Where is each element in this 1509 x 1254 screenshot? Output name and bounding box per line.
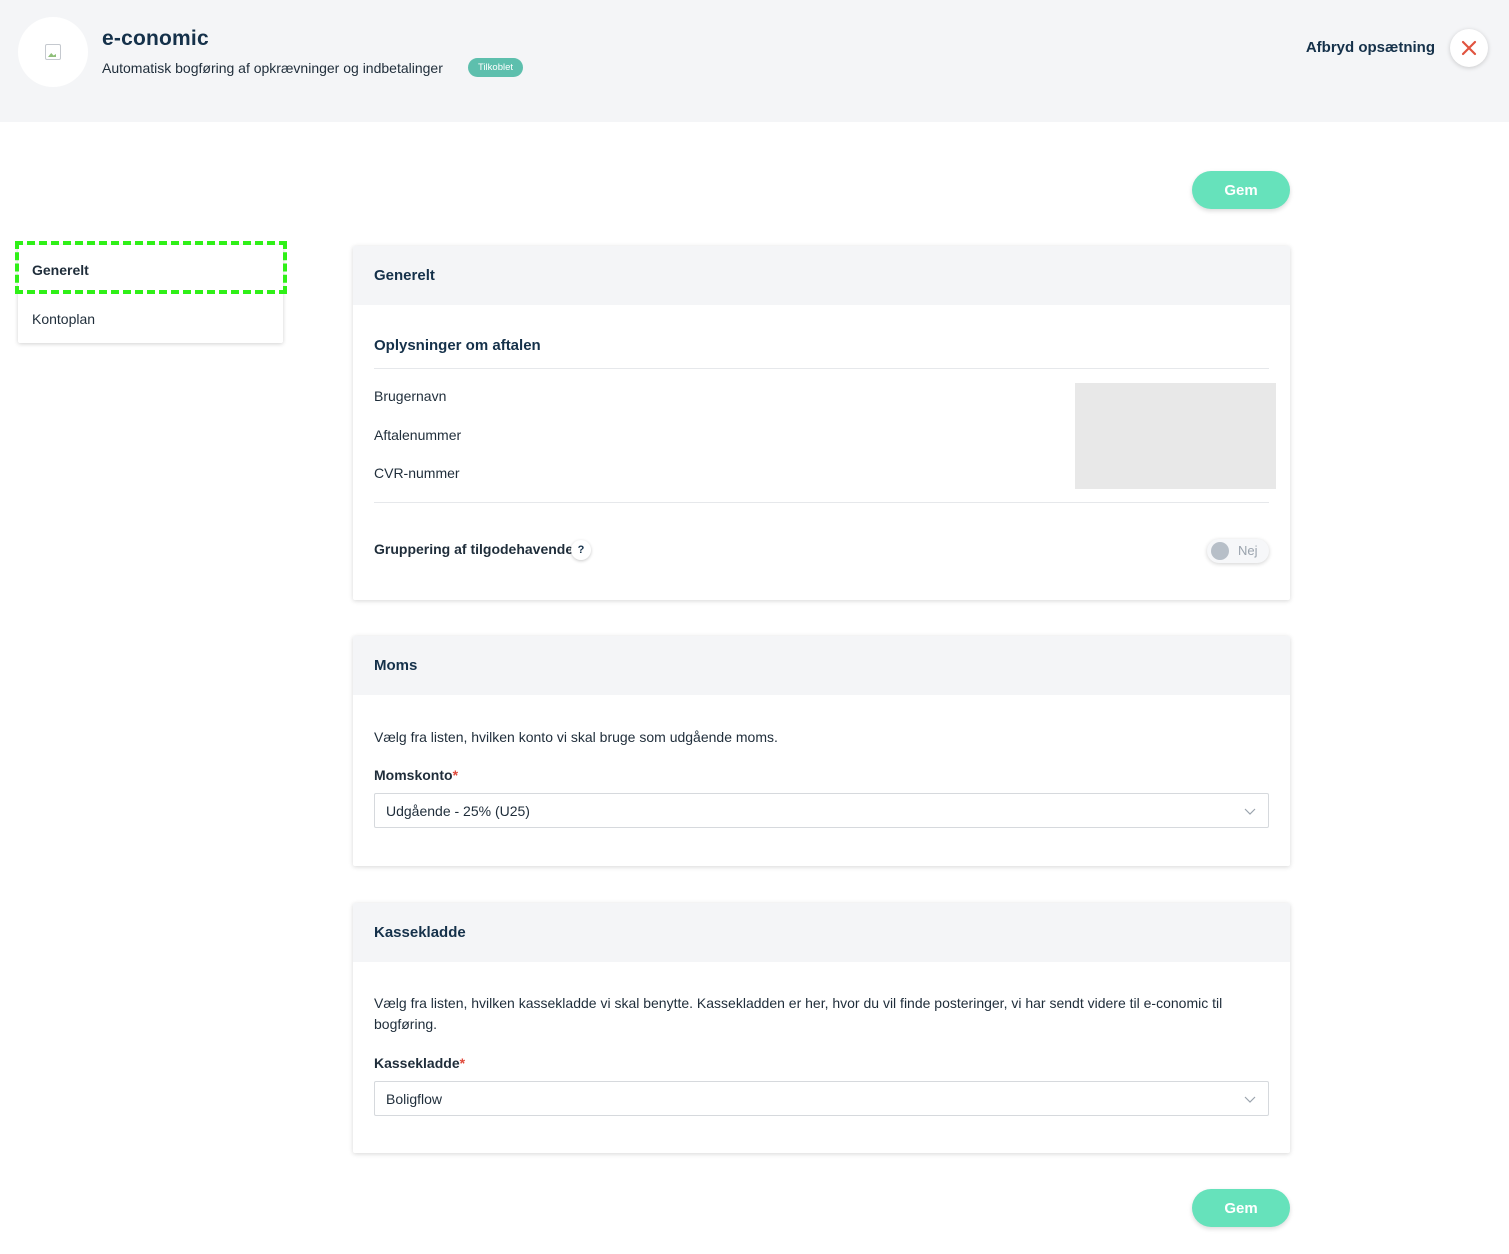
save-button-top[interactable]: Gem: [1192, 171, 1290, 209]
vat-card-header: Moms: [353, 636, 1290, 695]
cashbook-selected: Boligflow: [386, 1090, 443, 1107]
app-logo: [18, 17, 88, 87]
sidebar-item-generelt[interactable]: Generelt: [18, 245, 283, 294]
app-subtitle: Automatisk bogføring af opkrævninger og …: [102, 60, 443, 76]
cashbook-card-header: Kassekladde: [353, 903, 1290, 962]
agreement-number-label: Aftalenummer: [374, 427, 462, 443]
vat-account-selected: Udgående - 25% (U25): [386, 802, 530, 819]
save-button-bottom[interactable]: Gem: [1192, 1189, 1290, 1227]
cashbook-description: Vælg fra listen, hvilken kassekladde vi …: [374, 995, 1223, 1032]
side-nav: Generelt Kontoplan: [18, 245, 283, 343]
app-title: e-conomic: [102, 27, 209, 50]
required-marker: *: [459, 1055, 466, 1071]
chevron-down-icon: [1244, 1096, 1256, 1103]
status-badge: Tilkoblet: [468, 58, 524, 77]
vat-description: Vælg fra listen, hvilken konto vi skal b…: [374, 729, 778, 745]
cashbook-label: Kassekladde*: [374, 1055, 465, 1071]
vat-account-label-text: Momskonto: [374, 767, 453, 783]
vat-account-label: Momskonto*: [374, 767, 458, 783]
divider: [374, 502, 1269, 503]
cashbook-card: Kassekladde Vælg fra listen, hvilken kas…: [353, 903, 1290, 1153]
cvr-number-label: CVR-nummer: [374, 465, 460, 481]
close-icon: [1461, 40, 1477, 56]
divider: [374, 368, 1269, 369]
close-button[interactable]: [1450, 29, 1488, 67]
general-card: Generelt Oplysninger om aftalen Brugerna…: [353, 246, 1290, 600]
required-marker: *: [452, 767, 459, 783]
vat-account-select[interactable]: Udgående - 25% (U25): [374, 793, 1269, 828]
grouping-toggle[interactable]: Nej: [1207, 539, 1269, 563]
help-icon[interactable]: ?: [571, 540, 591, 560]
redacted-values: [1075, 383, 1276, 489]
vat-card: Moms Vælg fra listen, hvilken konto vi s…: [353, 636, 1290, 866]
cancel-setup-link[interactable]: Afbryd opsætning: [1306, 39, 1435, 56]
top-bar: e-conomic Automatisk bogføring af opkræv…: [0, 0, 1509, 122]
sidebar-item-kontoplan[interactable]: Kontoplan: [18, 294, 283, 343]
toggle-value: Nej: [1238, 543, 1258, 558]
general-card-header: Generelt: [353, 246, 1290, 305]
cashbook-label-text: Kassekladde: [374, 1055, 460, 1071]
chevron-down-icon: [1244, 808, 1256, 815]
toggle-knob: [1211, 542, 1229, 560]
agreement-section-title: Oplysninger om aftalen: [374, 337, 541, 354]
broken-image-icon: [45, 44, 61, 60]
grouping-label: Gruppering af tilgodehavende: [374, 541, 574, 557]
username-label: Brugernavn: [374, 388, 447, 404]
cashbook-select[interactable]: Boligflow: [374, 1081, 1269, 1116]
